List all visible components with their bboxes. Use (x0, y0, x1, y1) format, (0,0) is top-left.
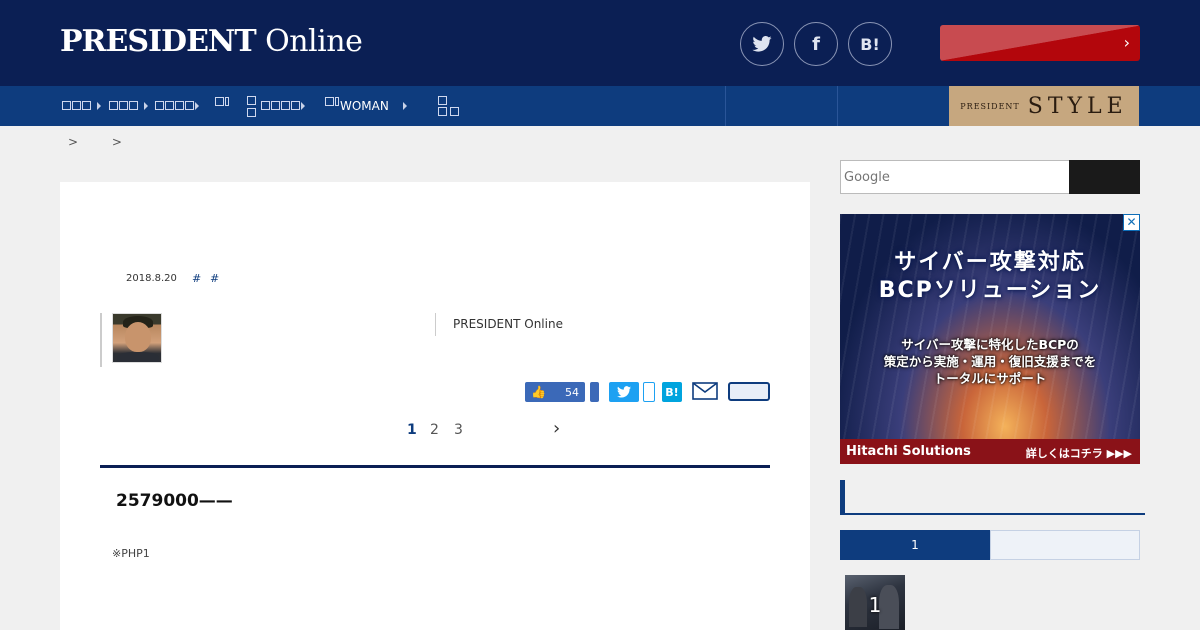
nav-label (155, 99, 195, 113)
caret-right-icon (402, 102, 407, 110)
caret-right-icon (144, 102, 148, 110)
facebook-like-button[interactable]: 👍 54 (525, 382, 585, 402)
subscribe-cta-button[interactable]: › (940, 25, 1140, 61)
page-link-2[interactable]: 2 (430, 422, 439, 438)
ranking-heading-accent (840, 480, 845, 514)
site-search-button[interactable] (1069, 160, 1140, 194)
caret-right-icon (195, 102, 199, 110)
nav-item-woman[interactable]: WOMAN (325, 86, 407, 126)
breadcrumb: > > (68, 135, 152, 149)
mail-share-button[interactable] (692, 382, 718, 400)
article-note: ※PHP1 (112, 547, 150, 560)
ranking-tab-active[interactable]: 1 (840, 530, 990, 560)
caret-right-icon (97, 102, 101, 110)
nav-icon-box (215, 95, 230, 109)
share-more-button[interactable] (728, 382, 770, 401)
twitter-icon (752, 36, 772, 52)
hatena-bookmark-button[interactable]: B! (662, 382, 682, 402)
hatena-follow-button[interactable]: B! (848, 22, 892, 66)
ad-sub-line1: サイバー攻撃に特化したBCPの (901, 337, 1079, 352)
breadcrumb-separator: > (111, 135, 122, 149)
ad-brand: Hitachi Solutions (846, 444, 971, 459)
article-tag[interactable]: # (210, 272, 219, 285)
ad-title-line2: BCPソリューション (878, 278, 1102, 303)
like-count: 54 (565, 385, 579, 399)
nav-divider (837, 86, 838, 126)
nav-item-2[interactable] (109, 86, 148, 126)
nav-item-1[interactable] (62, 86, 101, 126)
ad-footer: Hitachi Solutions 詳しくはコチラ ▶▶▶ (840, 439, 1140, 464)
ad-sub-line2: 策定から実施・運用・復旧支援までを (883, 354, 1097, 369)
twitter-icon (617, 386, 631, 398)
site-search-input[interactable] (840, 160, 1070, 194)
ranking-tab-inactive[interactable] (990, 530, 1140, 560)
nav-label (62, 99, 92, 113)
style-banner-small-text: PRESIDENT (960, 101, 1020, 111)
style-banner-big-text: STYLE (1027, 93, 1128, 119)
facebook-share-tab[interactable] (590, 382, 599, 402)
next-page-chevron-icon[interactable]: › (553, 418, 560, 439)
nav-label (247, 95, 257, 117)
ranking-heading (840, 480, 1145, 515)
nav-divider (725, 86, 726, 126)
thumbs-up-icon: 👍 (531, 385, 546, 399)
page-link-1[interactable]: 1 (407, 422, 417, 438)
article-date: 2018.8.20 (126, 273, 177, 284)
nav-icon-box (325, 95, 340, 109)
nav-item-7[interactable] (438, 86, 460, 126)
article-card (60, 182, 810, 630)
ad-close-icon[interactable]: ✕ (1123, 214, 1140, 231)
nav-label (109, 99, 139, 113)
article-divider (100, 465, 770, 468)
breadcrumb-separator: > (68, 135, 79, 149)
author-divider (435, 313, 436, 336)
page-link-3[interactable]: 3 (454, 422, 463, 438)
president-style-banner[interactable]: PRESIDENT STYLE (949, 86, 1139, 126)
tweet-count-tab[interactable] (643, 382, 655, 402)
site-header: PRESIDENT Online f B! › (0, 0, 1200, 86)
tweet-button[interactable] (609, 382, 639, 402)
article-tag[interactable]: # (192, 272, 201, 285)
envelope-icon (692, 382, 718, 400)
chevron-right-icon: › (1123, 33, 1130, 52)
article-source: PRESIDENT Online (453, 317, 563, 331)
logo-main-text: PRESIDENT (60, 24, 257, 59)
nav-woman-label: WOMAN (340, 99, 389, 113)
author-accent-bar (100, 313, 102, 367)
nav-label (438, 96, 460, 116)
nav-item-4[interactable] (215, 86, 230, 126)
nav-label (261, 99, 301, 113)
author-avatar[interactable] (112, 313, 162, 363)
ad-subtitle: サイバー攻撃に特化したBCPの 策定から実施・運用・復旧支援までを トータルにサ… (840, 336, 1140, 387)
cta-shine (940, 25, 1140, 61)
nav-item-5[interactable] (247, 86, 305, 126)
sidebar-ad-banner[interactable]: サイバー攻撃対応 BCPソリューション サイバー攻撃に特化したBCPの 策定から… (840, 214, 1140, 464)
ranking-number: 1 (868, 593, 882, 617)
ad-more-link[interactable]: 詳しくはコチラ ▶▶▶ (1026, 445, 1132, 461)
logo-online-text: Online (265, 24, 363, 59)
nav-item-3[interactable] (155, 86, 199, 126)
caret-right-icon (301, 102, 305, 110)
site-logo[interactable]: PRESIDENT Online (60, 24, 363, 59)
hatena-icon: B! (860, 34, 880, 54)
ad-sub-line3: トータルにサポート (933, 371, 1047, 386)
facebook-icon: f (812, 33, 820, 55)
hatena-icon: B! (665, 385, 679, 399)
article-subheading: 2579000—— (116, 491, 233, 511)
twitter-follow-button[interactable] (740, 22, 784, 66)
facebook-follow-button[interactable]: f (794, 22, 838, 66)
